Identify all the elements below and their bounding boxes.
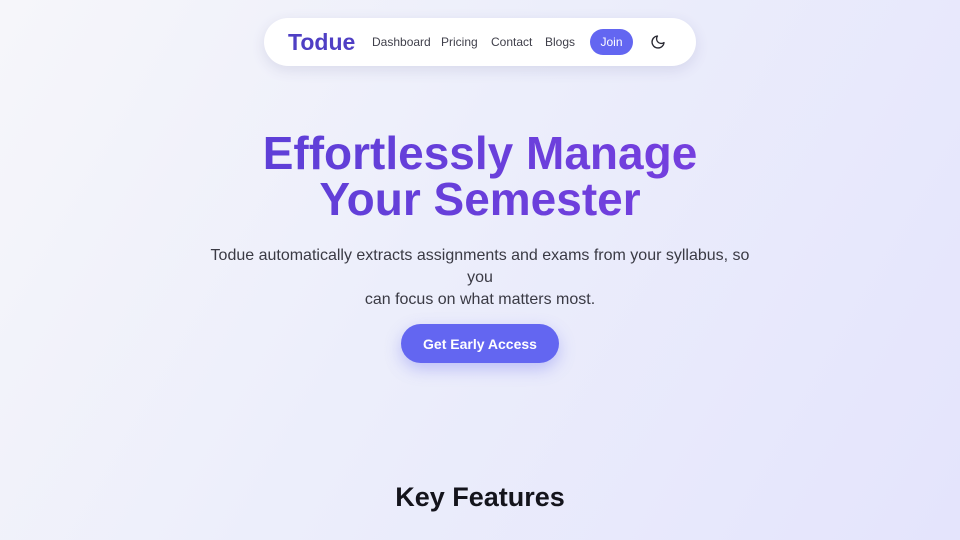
nav-link-blogs[interactable]: Blogs bbox=[545, 34, 575, 50]
get-early-access-button[interactable]: Get Early Access bbox=[401, 324, 559, 363]
brand-logo[interactable]: Todue bbox=[288, 28, 355, 56]
moon-icon bbox=[651, 35, 665, 49]
navbar: Todue Dashboard Pricing Contact Blogs Jo… bbox=[264, 18, 696, 66]
hero-subtitle-line-1: Todue automatically extracts assignments… bbox=[210, 247, 750, 286]
hero-title-line-1: Effortlessly Manage bbox=[262, 127, 698, 179]
hero-title: Effortlessly Manage Your Semester bbox=[180, 130, 780, 222]
theme-toggle-button[interactable] bbox=[648, 32, 668, 52]
hero-subtitle-line-2: can focus on what matters most. bbox=[364, 291, 596, 308]
nav-link-dashboard[interactable]: Dashboard bbox=[372, 34, 431, 50]
key-features-title: Key Features bbox=[395, 482, 565, 512]
hero-title-line-2: Your Semester bbox=[319, 173, 641, 225]
join-button[interactable]: Join bbox=[590, 29, 633, 55]
nav-link-pricing[interactable]: Pricing bbox=[441, 34, 478, 50]
nav-link-contact[interactable]: Contact bbox=[491, 34, 532, 50]
hero-subtitle: Todue automatically extracts assignments… bbox=[200, 245, 760, 311]
